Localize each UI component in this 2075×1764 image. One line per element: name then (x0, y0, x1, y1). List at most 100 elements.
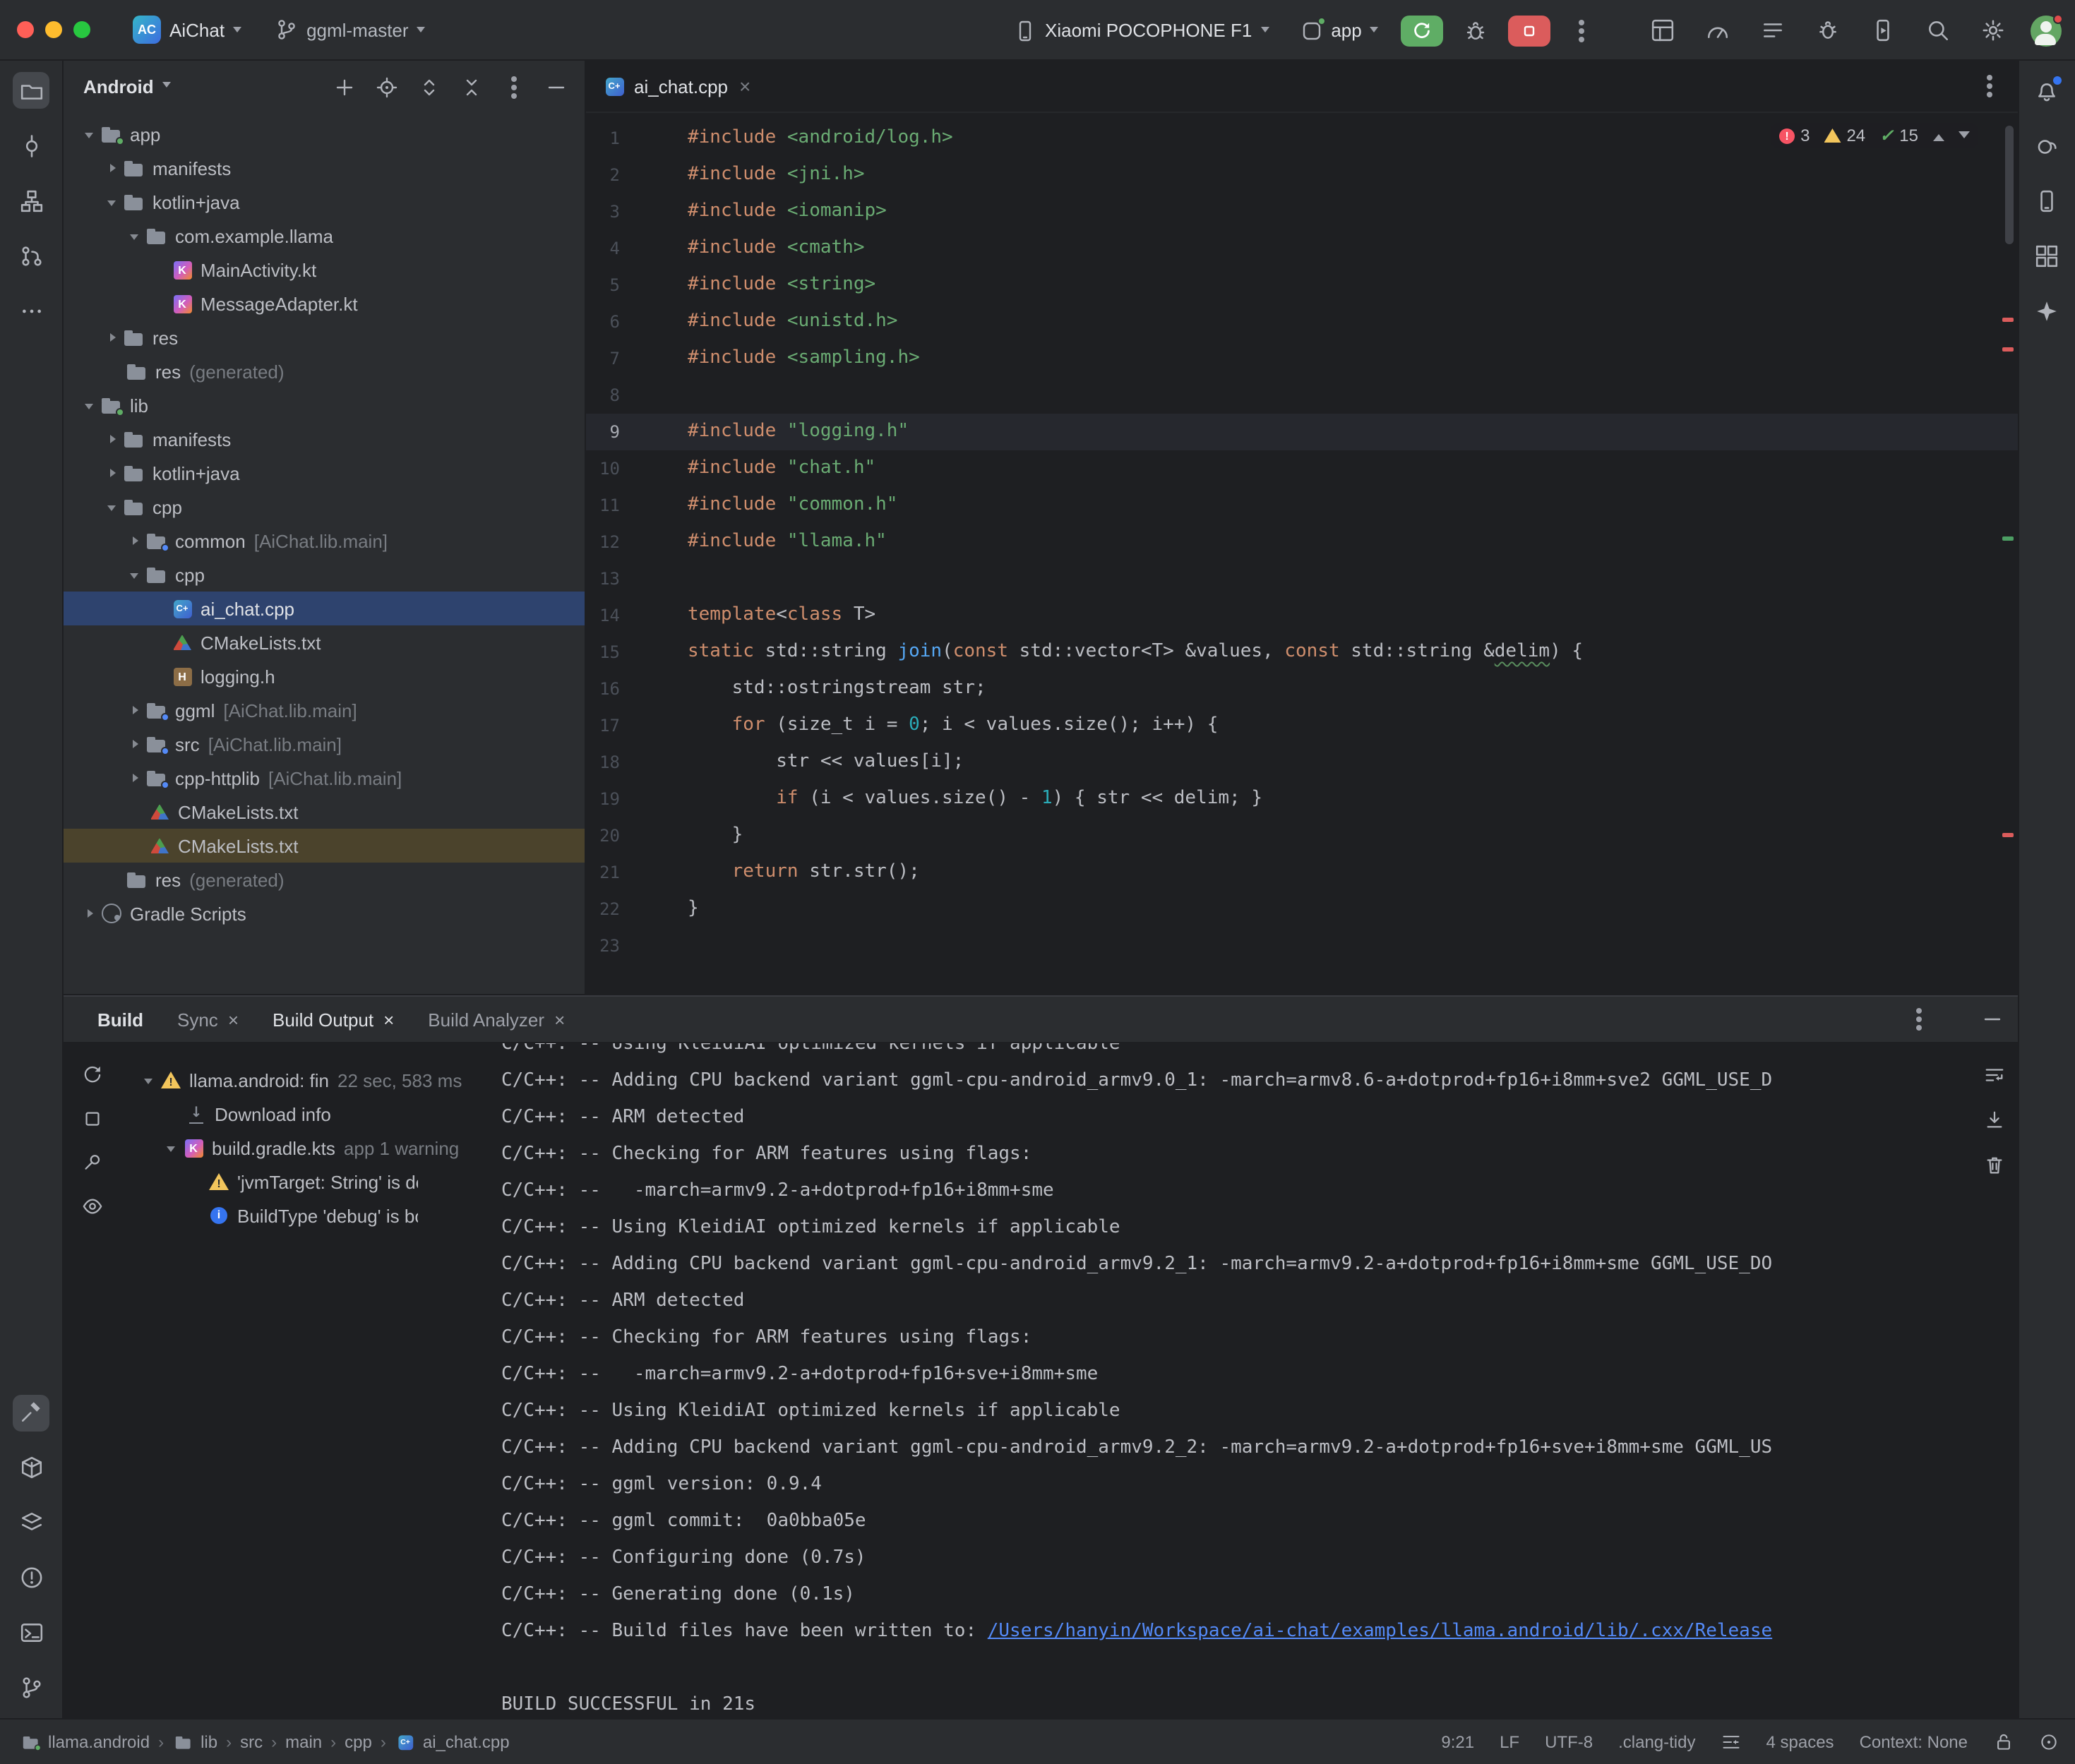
project-options-button[interactable] (497, 70, 531, 104)
stop-button[interactable] (1509, 15, 1551, 46)
locate-file-button[interactable] (370, 70, 404, 104)
warning-count[interactable]: 24 (1824, 126, 1865, 145)
tree-item[interactable]: CMakeLists.txt (64, 625, 585, 659)
search-everywhere-button[interactable] (1920, 12, 1956, 49)
tree-item[interactable]: ai_chat.cpp (64, 592, 585, 625)
close-tab-icon[interactable] (228, 1009, 239, 1030)
tree-item[interactable]: manifests (64, 151, 585, 185)
build-tool-button[interactable] (13, 1394, 49, 1431)
code-line[interactable]: 5#include <string> (586, 267, 2017, 304)
code-line[interactable]: 16 std::ostringstream str; (586, 671, 2017, 707)
breadcrumb-item[interactable]: llama.android (20, 1730, 150, 1753)
code-line[interactable]: 2#include <jni.h> (586, 157, 2017, 193)
tree-item[interactable]: lib (64, 388, 585, 422)
close-tab-icon[interactable] (739, 76, 751, 96)
code-line[interactable]: 17 for (size_t i = 0; i < values.size();… (586, 707, 2017, 744)
device-manager-button[interactable] (1865, 12, 1901, 49)
expand-all-button[interactable] (412, 70, 446, 104)
hide-build-panel-button[interactable] (1980, 1008, 2003, 1031)
highlighting-level-button[interactable] (2038, 1732, 2058, 1751)
chevron-right-icon[interactable] (100, 157, 123, 179)
tree-item[interactable]: MessageAdapter.kt (64, 287, 585, 320)
build-variants-tool-button[interactable] (13, 1504, 49, 1541)
device-explorer-button[interactable] (2028, 182, 2065, 219)
tree-item[interactable]: res(generated) (64, 354, 585, 388)
hide-panel-button[interactable] (539, 70, 573, 104)
breadcrumb-item[interactable]: cpp (345, 1732, 372, 1751)
error-stripe-mark[interactable] (2002, 833, 2013, 837)
tree-item[interactable]: cpp-httplib[AiChat.lib.main] (64, 761, 585, 795)
error-stripe-mark[interactable] (2002, 318, 2013, 322)
resource-manager-button[interactable] (2028, 237, 2065, 274)
breadcrumb-item[interactable]: ai_chat.cpp (395, 1730, 510, 1753)
tree-item[interactable]: Download info (123, 1097, 498, 1131)
code-line[interactable]: 21 return str.str(); (586, 854, 2017, 891)
build-options-button[interactable] (1901, 1002, 1935, 1036)
tree-item[interactable]: app (64, 117, 585, 151)
chevron-down-icon[interactable] (123, 563, 145, 586)
close-tab-icon[interactable] (554, 1009, 565, 1030)
tree-item[interactable]: res (64, 320, 585, 354)
project-view-selector[interactable]: Android (83, 76, 154, 97)
tree-item[interactable]: Gradle Scripts (64, 896, 585, 930)
code-line[interactable]: 22} (586, 891, 2017, 928)
chevron-down-icon[interactable] (78, 123, 100, 145)
code-area[interactable]: 1#include <android/log.h>2#include <jni.… (586, 113, 2017, 994)
breadcrumb-item[interactable]: main (285, 1732, 322, 1751)
chevron-right-icon[interactable] (123, 699, 145, 721)
chevron-down-icon[interactable] (100, 191, 123, 213)
tree-item[interactable]: res(generated) (64, 863, 585, 896)
line-separator[interactable]: LF (1500, 1732, 1519, 1751)
tree-item[interactable]: ggml[AiChat.lib.main] (64, 693, 585, 727)
settings-button[interactable] (1975, 12, 2011, 49)
tab-build-output[interactable]: Build Output (273, 1009, 394, 1030)
chevron-right-icon[interactable] (123, 529, 145, 552)
chevron-down-icon[interactable] (78, 394, 100, 416)
passed-count[interactable]: 15 (1879, 126, 1918, 145)
minimize-window-button[interactable] (45, 21, 62, 38)
code-line[interactable]: 15static std::string join(const std::vec… (586, 634, 2017, 671)
pull-requests-tool-button[interactable] (13, 237, 49, 274)
tree-item[interactable]: cpp (64, 490, 585, 524)
stop-build-button[interactable] (75, 1101, 109, 1135)
tree-item[interactable]: com.example.llama (64, 219, 585, 253)
tree-item[interactable]: BuildType 'debug' is both de (123, 1199, 498, 1232)
previous-problem-button[interactable] (1932, 128, 1944, 140)
close-window-button[interactable] (17, 21, 34, 38)
file-encoding[interactable]: UTF-8 (1545, 1732, 1593, 1751)
tree-item[interactable]: cpp (64, 558, 585, 592)
tree-item[interactable]: manifests (64, 422, 585, 456)
debug-button[interactable] (1458, 12, 1495, 49)
project-tool-button[interactable] (13, 72, 49, 109)
soft-wrap-button[interactable] (1978, 1057, 2011, 1091)
clang-tidy[interactable]: .clang-tidy (1618, 1732, 1695, 1751)
chevron-right-icon[interactable] (123, 767, 145, 789)
code-line[interactable]: 9#include "logging.h" (586, 414, 2017, 450)
pin-tab-button[interactable] (75, 1145, 109, 1179)
tree-item[interactable]: logging.h (64, 659, 585, 693)
chevron-down-icon[interactable] (100, 496, 123, 518)
close-tab-icon[interactable] (383, 1009, 394, 1030)
device-selector[interactable]: Xiaomi POCOPHONE F1 (1005, 13, 1277, 47)
more-tool-windows-button[interactable] (13, 292, 49, 329)
tree-item[interactable]: common[AiChat.lib.main] (64, 524, 585, 558)
code-line[interactable]: 8 (586, 377, 2017, 414)
notifications-button[interactable] (2028, 72, 2065, 109)
inspections-widget[interactable]: 3 24 15 (1771, 123, 1978, 148)
error-stripe-mark[interactable] (2002, 347, 2013, 352)
code-line[interactable]: 20 } (586, 817, 2017, 854)
scroll-to-end-button[interactable] (1978, 1103, 2011, 1136)
breadcrumb-item[interactable]: lib (172, 1730, 217, 1753)
chevron-right-icon[interactable] (123, 733, 145, 755)
problems-tool-button[interactable] (13, 1559, 49, 1596)
clear-console-button[interactable] (1978, 1148, 2011, 1182)
code-line[interactable]: 12#include "llama.h" (586, 524, 2017, 560)
next-problem-button[interactable] (1958, 131, 1969, 143)
terminal-tool-button[interactable] (13, 1614, 49, 1651)
code-line[interactable]: 10#include "chat.h" (586, 450, 2017, 487)
tab-sync[interactable]: Sync (177, 1009, 239, 1030)
chevron-right-icon[interactable] (100, 462, 123, 484)
tree-item[interactable]: src[AiChat.lib.main] (64, 727, 585, 761)
commit-tool-button[interactable] (13, 127, 49, 164)
chevron-down-icon[interactable] (137, 1069, 160, 1091)
